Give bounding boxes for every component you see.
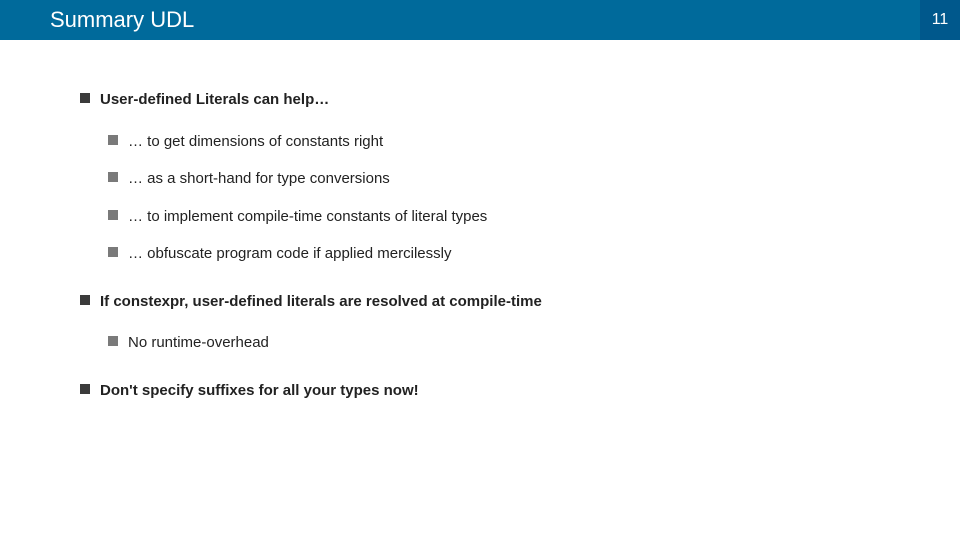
bullet-text: Don't specify suffixes for all your type… bbox=[100, 382, 419, 399]
bullet-sub-2a: No runtime-overhead bbox=[108, 333, 920, 353]
bullet-top-2: If constexpr, user-defined literals are … bbox=[80, 292, 920, 312]
bullet-text: … to get dimensions of constants right bbox=[128, 133, 383, 150]
slide-title: Summary UDL bbox=[0, 0, 920, 40]
bullet-sub-1d: … obfuscate program code if applied merc… bbox=[108, 244, 920, 264]
bullet-sub-1c: … to implement compile-time constants of… bbox=[108, 207, 920, 227]
bullet-sub-1a: … to get dimensions of constants right bbox=[108, 132, 920, 152]
header-bar: Summary UDL 11 bbox=[0, 0, 960, 40]
bullet-text: User-defined Literals can help… bbox=[100, 91, 329, 108]
page-number: 11 bbox=[932, 11, 949, 29]
bullet-text: If constexpr, user-defined literals are … bbox=[100, 293, 542, 310]
page-number-box: 11 bbox=[920, 0, 960, 40]
bullet-text: … as a short-hand for type conversions bbox=[128, 170, 390, 187]
bullet-text: … obfuscate program code if applied merc… bbox=[128, 245, 451, 262]
bullet-top-1: User-defined Literals can help… bbox=[80, 90, 920, 110]
slide: Summary UDL 11 User-defined Literals can… bbox=[0, 0, 960, 540]
content-area: User-defined Literals can help… … to get… bbox=[0, 40, 960, 400]
bullet-sub-1b: … as a short-hand for type conversions bbox=[108, 169, 920, 189]
bullet-text: No runtime-overhead bbox=[128, 334, 269, 351]
bullet-text: … to implement compile-time constants of… bbox=[128, 208, 487, 225]
bullet-top-3: Don't specify suffixes for all your type… bbox=[80, 381, 920, 401]
title-text: Summary UDL bbox=[50, 7, 194, 33]
bullet-list: User-defined Literals can help… … to get… bbox=[80, 90, 920, 400]
